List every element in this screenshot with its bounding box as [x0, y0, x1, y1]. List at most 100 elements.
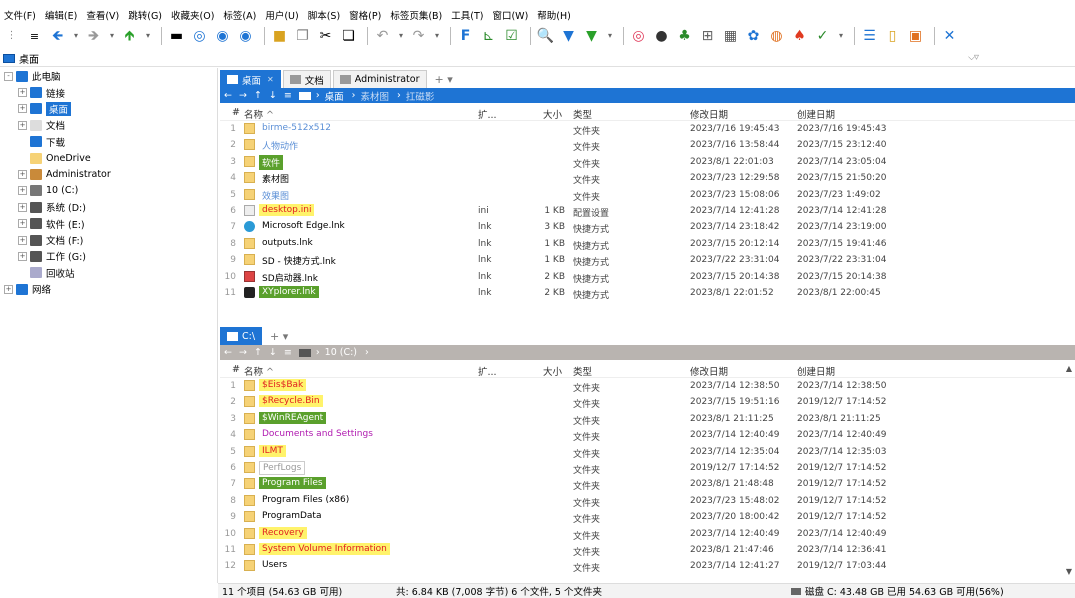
grid-view-icon[interactable]: ⊞	[698, 27, 717, 46]
table-row[interactable]: 10 Recovery 文件夹 2023/7/14 12:40:49 2023/7/14…	[220, 526, 1075, 542]
tree-item[interactable]: + 链接	[0, 84, 217, 100]
file-name[interactable]: $Recycle.Bin	[259, 395, 323, 408]
table-row[interactable]: 6 desktop.ini ini 1 KB 配置设置 2023/7/14 12:41:2…	[220, 203, 1075, 219]
search-icon[interactable]: ◉	[213, 27, 232, 46]
table-row[interactable]: 11 XYplorer.lnk lnk 2 KB 快捷方式 2023/8/1 22:01:…	[220, 285, 1075, 301]
forward-dropdown-icon[interactable]: ▾	[107, 27, 117, 46]
column-name[interactable]: 名称 ^	[244, 364, 274, 378]
chevron-right-icon[interactable]: ›	[316, 90, 320, 101]
column-type[interactable]: 类型	[573, 107, 592, 121]
new-tab-icon[interactable]: + ▾	[435, 73, 453, 86]
scroll-up-icon[interactable]: ▲	[1066, 364, 1072, 373]
up-arrow-icon[interactable]: ↑	[254, 347, 262, 358]
tree-item[interactable]: + 文档 (F:)	[0, 232, 217, 248]
cut-icon[interactable]: ✂	[316, 27, 335, 46]
new-folder-icon[interactable]: ■	[270, 27, 289, 46]
column-name[interactable]: 名称 ^	[244, 107, 274, 121]
file-name[interactable]: $WinREAgent	[259, 411, 327, 424]
column-type[interactable]: 类型	[573, 364, 592, 378]
file-name[interactable]: PerfLogs	[259, 460, 306, 475]
table-row[interactable]: 2 $Recycle.Bin 文件夹 2023/7/15 19:51:16 2019/1…	[220, 394, 1075, 410]
back-arrow-icon[interactable]: 🡸	[48, 27, 67, 46]
breadcrumb-segment[interactable]: 桌面	[325, 89, 344, 103]
dark-ball-icon[interactable]: ●	[652, 27, 671, 46]
up-arrow-icon[interactable]: ↑	[254, 90, 262, 101]
column-size[interactable]: 大小	[543, 107, 562, 121]
tree-item[interactable]: + 桌面	[0, 101, 217, 117]
horizontal-panes-icon[interactable]: ☰	[860, 27, 879, 46]
expand-icon[interactable]: +	[4, 284, 13, 294]
scroll-down-icon[interactable]: ▼	[1066, 567, 1072, 576]
menu-item[interactable]: 帮助(H)	[537, 8, 571, 22]
expand-icon[interactable]: +	[18, 104, 27, 114]
table-row[interactable]: 11 System Volume Information 文件夹 2023/8/1 2…	[220, 542, 1075, 558]
table-row[interactable]: 6 PerfLogs 文件夹 2019/12/7 17:14:52 2019/12/7 …	[220, 460, 1075, 476]
undo-dropdown-icon[interactable]: ▾	[396, 27, 406, 46]
column-modified[interactable]: 修改日期	[690, 107, 728, 121]
tab[interactable]: Administrator	[332, 70, 427, 88]
table-row[interactable]: 1 $Eis$Bak 文件夹 2023/7/14 12:38:50 2023/7/14 …	[220, 378, 1075, 394]
tree-item[interactable]: + 工作 (G:)	[0, 248, 217, 264]
table-row[interactable]: 7 Microsoft Edge.lnk lnk 3 KB 快捷方式 2023/7/14 …	[220, 219, 1075, 235]
file-name[interactable]: SD - 快捷方式.lnk	[259, 253, 339, 268]
file-name[interactable]: outputs.lnk	[259, 237, 316, 249]
table-row[interactable]: 12 Users 文件夹 2023/7/14 12:41:27 2019/12/7 17…	[220, 558, 1075, 574]
file-name[interactable]: ILMT	[259, 444, 286, 457]
file-name[interactable]: Program Files (x86)	[259, 494, 352, 506]
table-row[interactable]: 4 Documents and Settings 文件夹 2023/7/14 12:4…	[220, 427, 1075, 443]
back-arrow-icon[interactable]: ←	[224, 347, 232, 358]
up-arrow-icon[interactable]: 🡹	[120, 27, 139, 46]
column-modified[interactable]: 修改日期	[690, 364, 728, 378]
expand-icon[interactable]: +	[18, 219, 27, 229]
tree-item[interactable]: 下载	[0, 134, 217, 150]
file-name[interactable]: Microsoft Edge.lnk	[259, 220, 348, 232]
back-arrow-icon[interactable]: ←	[224, 90, 232, 101]
tools-icon[interactable]: ✕	[940, 27, 959, 46]
file-name[interactable]: 人物动作	[259, 138, 301, 153]
menu-item[interactable]: 编辑(E)	[45, 8, 77, 22]
target-search-icon[interactable]: ◎	[190, 27, 209, 46]
address-bar[interactable]: 桌面 ⌵ ▿	[0, 50, 1075, 67]
address-path[interactable]: 桌面	[19, 51, 39, 66]
calendar-icon[interactable]: ▦	[721, 27, 740, 46]
column-ext[interactable]: 扩...	[478, 107, 497, 121]
menu-item[interactable]: 标签页集(B)	[390, 8, 442, 22]
filter-icon[interactable]: ▼	[559, 27, 578, 46]
table-row[interactable]: 1 birme-512x512 文件夹 2023/7/16 19:45:43 2023/…	[220, 121, 1075, 137]
paste-icon[interactable]: ❏	[339, 27, 358, 46]
undo-icon[interactable]: ↶	[373, 27, 392, 46]
brush-icon[interactable]: ✓	[813, 27, 832, 46]
menu-item[interactable]: 文件(F)	[4, 8, 36, 22]
table-row[interactable]: 8 Program Files (x86) 文件夹 2023/7/23 15:48:0…	[220, 493, 1075, 509]
table-row[interactable]: 8 outputs.lnk lnk 1 KB 快捷方式 2023/7/15 20:12:1…	[220, 236, 1075, 252]
filter-dropdown-icon[interactable]: ▾	[605, 27, 615, 46]
forward-arrow-icon[interactable]: →	[239, 347, 247, 358]
tree-item[interactable]: + 软件 (E:)	[0, 216, 217, 232]
menu-item[interactable]: 窗格(P)	[349, 8, 381, 22]
menu-item[interactable]: 脚本(S)	[308, 8, 340, 22]
vertical-panes-icon[interactable]: ▯	[883, 27, 902, 46]
tab[interactable]: 桌面 ✕	[220, 70, 281, 88]
file-name[interactable]: Documents and Settings	[259, 428, 376, 440]
redo-icon[interactable]: ↷	[409, 27, 428, 46]
expand-icon[interactable]: +	[18, 88, 27, 98]
color-target-icon[interactable]: ◎	[629, 27, 648, 46]
down-arrow-icon[interactable]: ↓	[269, 347, 277, 358]
computer-icon[interactable]: ▬	[167, 27, 186, 46]
tab[interactable]: 文档	[282, 70, 331, 88]
tree-view-icon[interactable]: ⊾	[479, 27, 498, 46]
forward-arrow-icon[interactable]: →	[239, 90, 247, 101]
tree-item[interactable]: 回收站	[0, 265, 217, 281]
breadcrumb-segment[interactable]: 扛磁影	[406, 89, 435, 103]
file-name[interactable]: Users	[259, 559, 290, 571]
file-name[interactable]: System Volume Information	[259, 542, 390, 555]
expand-icon[interactable]: +	[18, 170, 27, 180]
color-shapes-icon[interactable]: ♠	[790, 27, 809, 46]
table-row[interactable]: 5 ILMT 文件夹 2023/7/14 12:35:04 2023/7/14 12:3…	[220, 444, 1075, 460]
menu-item[interactable]: 工具(T)	[451, 8, 483, 22]
breadcrumb-segment[interactable]: 素材图	[360, 89, 389, 103]
column-num[interactable]: #	[232, 364, 240, 375]
table-row[interactable]: 4 素材图 文件夹 2023/7/23 12:29:58 2023/7/15 21:50…	[220, 170, 1075, 186]
address-filter-icon[interactable]: ▿	[974, 52, 979, 63]
tree-icon[interactable]: ♣	[675, 27, 694, 46]
